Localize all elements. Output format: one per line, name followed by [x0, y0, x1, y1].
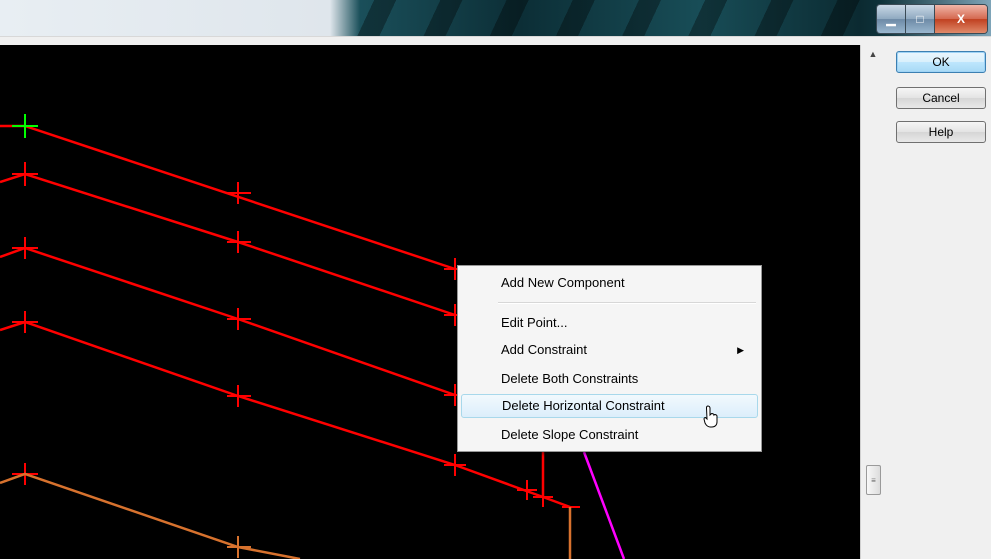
- template-line-3: [0, 246, 456, 397]
- vertical-scrollbar[interactable]: ▲ ≡: [860, 45, 885, 559]
- minimize-icon[interactable]: ▁: [877, 5, 906, 33]
- title-bar-background: [330, 0, 870, 36]
- mouse-pointer-icon: [703, 405, 718, 428]
- help-button[interactable]: Help: [896, 121, 986, 143]
- close-icon[interactable]: X: [935, 5, 987, 33]
- menu-item-delete-both-constraints[interactable]: Delete Both Constraints: [461, 367, 758, 391]
- maximize-icon[interactable]: □: [906, 5, 935, 33]
- submenu-arrow-icon: ▶: [737, 345, 744, 355]
- dialog-button-panel: OK Cancel Help: [885, 45, 991, 559]
- lower-orange-line: [0, 472, 301, 559]
- window-title-bar[interactable]: ▁ □ X: [0, 0, 991, 36]
- menu-item-add-new-component[interactable]: Add New Component: [461, 271, 758, 295]
- origin-marker: [12, 114, 38, 138]
- menu-item-edit-point[interactable]: Edit Point...: [461, 311, 758, 335]
- menu-item-label: Add Constraint: [501, 342, 587, 357]
- magenta-line: [582, 451, 626, 559]
- menu-item-add-constraint[interactable]: Add Constraint ▶: [461, 338, 758, 362]
- window-controls: ▁ □ X: [876, 4, 988, 34]
- scroll-up-icon[interactable]: ▲: [861, 45, 885, 63]
- template-line-2: [0, 172, 456, 317]
- ok-button[interactable]: OK: [896, 51, 986, 73]
- template-line-1: [0, 124, 456, 271]
- menu-separator: [498, 302, 756, 304]
- cancel-button[interactable]: Cancel: [896, 87, 986, 109]
- scroll-thumb[interactable]: ≡: [866, 465, 881, 495]
